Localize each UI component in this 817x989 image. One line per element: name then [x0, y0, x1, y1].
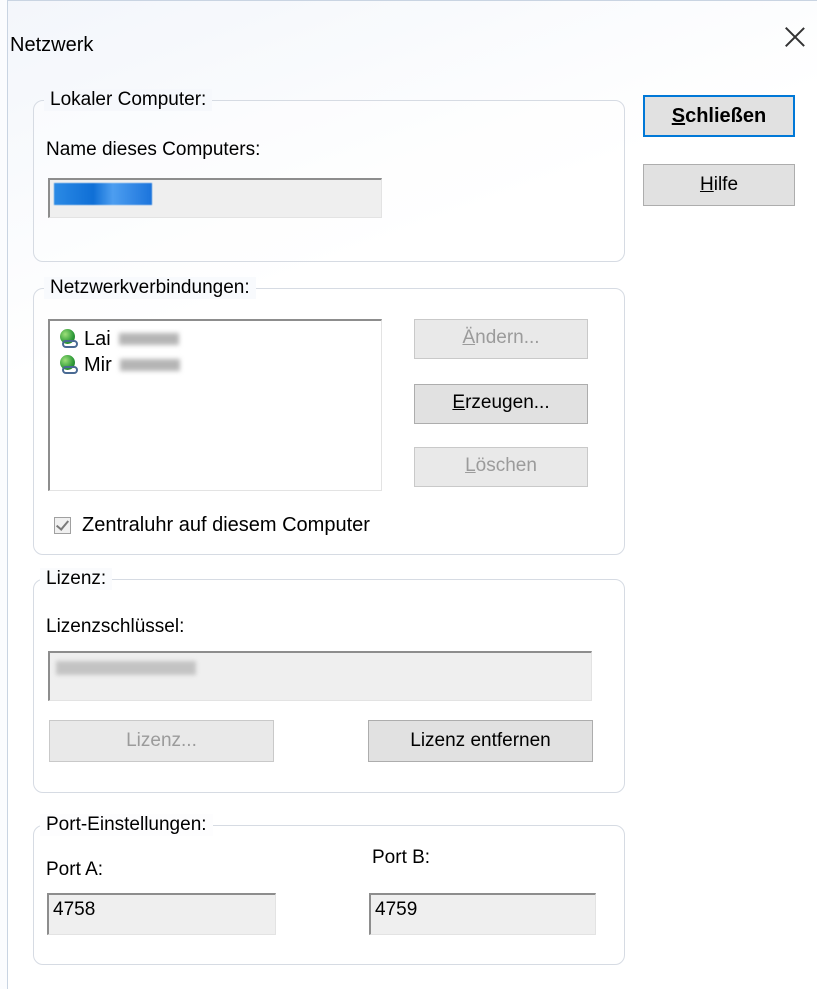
connection-name-redacted: [119, 359, 180, 371]
create-connection-button[interactable]: Erzeugen...: [414, 384, 588, 424]
list-item[interactable]: Mir: [58, 353, 180, 377]
help-button[interactable]: Hilfe: [643, 164, 795, 206]
port-b-field[interactable]: 4759: [369, 893, 596, 935]
change-connection-button[interactable]: Ändern...: [414, 319, 588, 359]
window-title: Netzwerk: [10, 34, 94, 56]
connections-listbox[interactable]: Lai Mir: [48, 319, 382, 491]
window-left-border: [0, 0, 8, 989]
network-connections-group: Netzwerkverbindungen: Lai Mir Ändern... …: [33, 277, 625, 555]
computer-name-label: Name dieses Computers:: [46, 139, 261, 160]
port-a-label: Port A:: [46, 859, 104, 880]
central-clock-checkbox[interactable]: [54, 517, 71, 534]
local-computer-legend: Lokaler Computer:: [44, 89, 213, 111]
remove-license-button[interactable]: Lizenz entfernen: [368, 720, 593, 762]
license-key-field[interactable]: [48, 651, 592, 701]
license-key-label: Lizenzschlüssel:: [46, 616, 185, 637]
port-a-field[interactable]: 4758: [47, 893, 276, 935]
connection-name: Lai: [84, 327, 111, 350]
license-key-redacted: [56, 661, 196, 675]
close-button[interactable]: Schließen: [643, 95, 795, 137]
close-icon[interactable]: [780, 22, 810, 52]
connection-name: Mir: [84, 353, 112, 376]
central-clock-label: Zentraluhr auf diesem Computer: [82, 514, 370, 536]
network-connection-icon: [58, 354, 80, 376]
list-item[interactable]: Lai: [58, 327, 179, 351]
port-settings-group: Port-Einstellungen: Port A: Port B: 4758…: [33, 814, 625, 965]
window-top-border: [0, 0, 817, 1]
network-connection-icon: [58, 328, 80, 350]
port-settings-legend: Port-Einstellungen:: [40, 814, 213, 836]
local-computer-group: Lokaler Computer: Name dieses Computers:: [33, 89, 625, 262]
license-legend: Lizenz:: [40, 568, 113, 590]
checkmark-icon: [55, 517, 70, 531]
connection-name-redacted: [118, 333, 179, 345]
network-connections-legend: Netzwerkverbindungen:: [44, 277, 256, 299]
computer-name-field[interactable]: [48, 178, 382, 218]
delete-connection-button[interactable]: Löschen: [414, 447, 588, 487]
license-group: Lizenz: Lizenzschlüssel: Lizenz... Lizen…: [33, 568, 625, 793]
computer-name-selection: [54, 183, 152, 205]
port-b-label: Port B:: [372, 847, 431, 868]
license-button[interactable]: Lizenz...: [49, 720, 274, 762]
